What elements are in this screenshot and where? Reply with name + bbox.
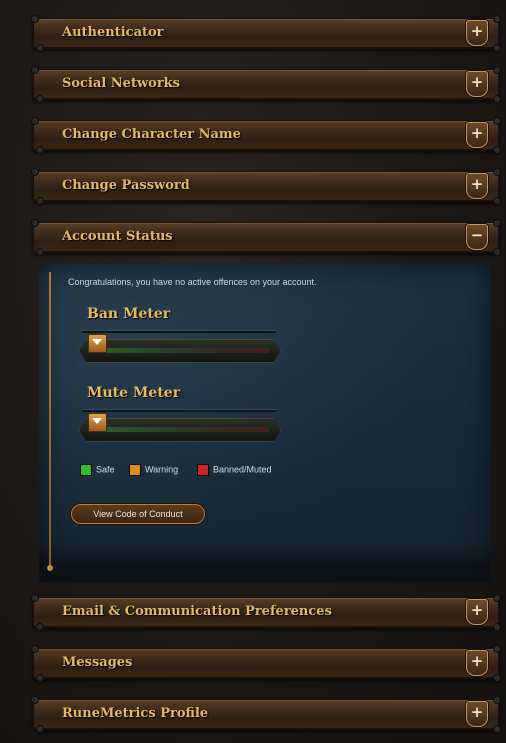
legend-warning: Warning <box>129 464 178 476</box>
warning-swatch-icon <box>129 464 141 476</box>
section-title: Email & Communication Preferences <box>62 604 332 619</box>
rivet-icon <box>36 197 44 205</box>
section-authenticator[interactable]: Authenticator + <box>31 15 501 52</box>
ban-meter-title: Ban Meter <box>87 306 171 322</box>
section-title: Authenticator <box>62 25 164 40</box>
section-title: Account Status <box>62 229 173 244</box>
rivet-icon <box>36 146 44 154</box>
rivet-icon <box>493 248 501 256</box>
section-title: Messages <box>62 655 133 670</box>
expand-icon[interactable]: + <box>466 122 488 148</box>
section-social-networks[interactable]: Social Networks + <box>31 66 501 103</box>
ban-meter <box>79 339 281 363</box>
rivet-icon <box>493 623 501 631</box>
rivet-icon <box>36 44 44 52</box>
section-email-communication-preferences[interactable]: Email & Communication Preferences + <box>31 594 501 631</box>
section-messages[interactable]: Messages + <box>31 645 501 682</box>
ban-meter-top-rail <box>82 330 276 333</box>
section-change-password[interactable]: Change Password + <box>31 168 501 205</box>
section-account-status[interactable]: Account Status − <box>31 219 501 256</box>
mute-meter <box>79 418 281 442</box>
legend-label: Safe <box>96 464 115 475</box>
legend-banned-muted: Banned/Muted <box>197 464 272 476</box>
rivet-icon <box>36 623 44 631</box>
ban-meter-marker-icon <box>88 334 107 353</box>
section-title: Social Networks <box>62 76 180 91</box>
safe-swatch-icon <box>80 464 92 476</box>
rivet-icon <box>36 248 44 256</box>
ban-meter-track <box>89 348 269 353</box>
banned-swatch-icon <box>197 464 209 476</box>
section-runemetrics-profile[interactable]: RuneMetrics Profile + <box>31 696 501 733</box>
rivet-icon <box>493 674 501 682</box>
rivet-icon <box>493 95 501 103</box>
rivet-icon <box>36 674 44 682</box>
mute-meter-title: Mute Meter <box>87 385 181 401</box>
collapse-icon[interactable]: − <box>466 224 488 250</box>
legend-label: Warning <box>145 464 179 475</box>
section-title: RuneMetrics Profile <box>62 706 209 721</box>
section-title: Change Password <box>62 178 190 193</box>
rivet-icon <box>493 44 501 52</box>
expand-icon[interactable]: + <box>466 650 488 676</box>
view-code-of-conduct-button[interactable]: View Code of Conduct <box>71 504 205 524</box>
legend-safe: Safe <box>80 464 115 476</box>
legend-label: Banned/Muted <box>213 464 272 475</box>
rivet-icon <box>36 725 44 733</box>
mute-meter-marker-icon <box>88 413 107 432</box>
expand-icon[interactable]: + <box>466 71 488 97</box>
expand-icon[interactable]: + <box>466 20 488 46</box>
expand-icon[interactable]: + <box>466 701 488 727</box>
account-status-panel: Congratulations, you have no active offe… <box>39 264 491 582</box>
section-change-character-name[interactable]: Change Character Name + <box>31 117 501 154</box>
section-title: Change Character Name <box>62 127 241 142</box>
panel-accent-line <box>47 272 53 571</box>
mute-meter-track <box>89 427 269 432</box>
panel-ground-decoration <box>39 542 491 582</box>
offence-notice: Congratulations, you have no active offe… <box>68 277 317 287</box>
rivet-icon <box>493 197 501 205</box>
expand-icon[interactable]: + <box>466 599 488 625</box>
rivet-icon <box>493 146 501 154</box>
expand-icon[interactable]: + <box>466 173 488 199</box>
mute-meter-top-rail <box>82 409 276 412</box>
rivet-icon <box>36 95 44 103</box>
rivet-icon <box>493 725 501 733</box>
